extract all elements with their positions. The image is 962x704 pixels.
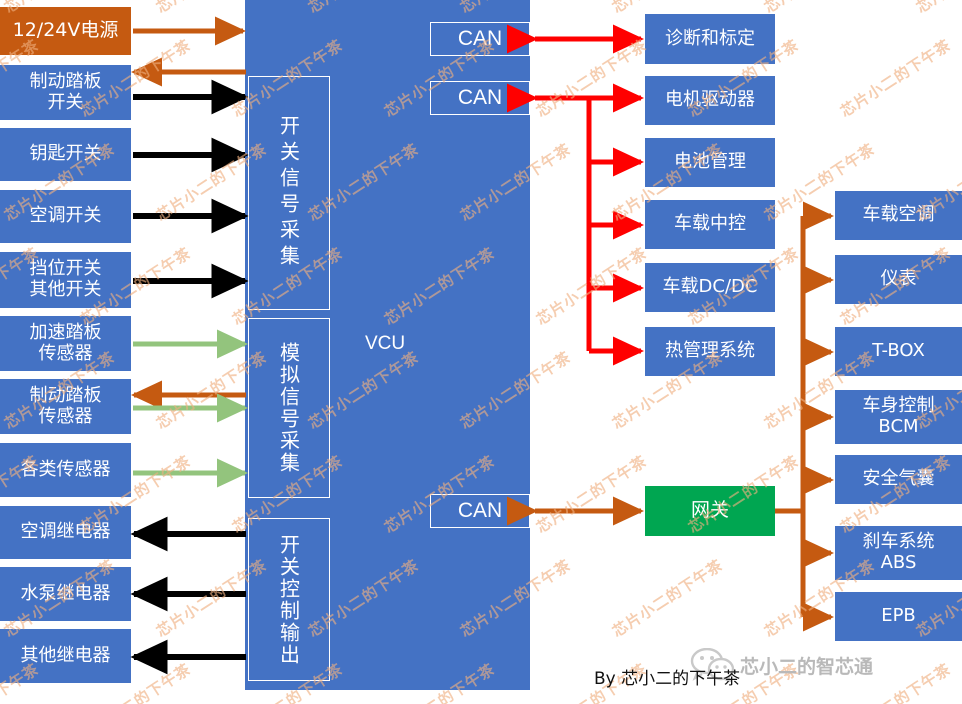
- input-box-brake-pedal-switch: 制动踏板 开关: [0, 65, 131, 120]
- can-node-label: 热管理系统: [665, 340, 755, 362]
- output-label: 其他继电器: [20, 644, 111, 666]
- gw-node-label: EPB: [881, 605, 916, 627]
- gw-node-vehicle-ac: 车载空调: [835, 191, 962, 240]
- output-box-water-pump-relay: 水泵继电器: [0, 567, 131, 621]
- output-box-ac-relay: 空调继电器: [0, 506, 131, 559]
- gw-node-instrument-cluster: 仪表: [835, 255, 962, 304]
- gw-node-label: 仪表: [880, 268, 917, 290]
- vcu-module-label: 开关信号采集: [276, 115, 301, 271]
- can-node-label: 诊断和标定: [665, 27, 755, 49]
- watermark-text: 芯片小二的下午茶: [533, 451, 651, 537]
- vcu-module-label: 模拟信号采集: [276, 342, 301, 474]
- can-port-3: CAN: [430, 494, 530, 528]
- gw-node-label: T-BOX: [872, 340, 925, 362]
- gateway-box: 网关: [645, 486, 775, 536]
- can-label: CAN: [457, 86, 503, 109]
- input-box-ac-switch: 空调开关: [0, 190, 131, 243]
- can-node-label: 电机驱动器: [665, 89, 755, 111]
- vcu-module-label: 开关控制输出: [276, 533, 301, 666]
- can-node-diagnostics-calibration: 诊断和标定: [645, 14, 775, 64]
- vcu-module-analog-signal-acquisition: 模拟信号采集: [248, 318, 330, 498]
- input-label: 钥匙开关: [29, 143, 102, 165]
- gw-node-label: 车载空调: [862, 204, 935, 226]
- watermark-text: 芯片小二的下午茶: [533, 35, 651, 121]
- input-label-line1: 制动踏板: [29, 384, 102, 406]
- can-label: CAN: [457, 27, 503, 50]
- byline: By 芯小二的下午茶: [594, 669, 741, 689]
- gw-node-label-line2: BCM: [878, 416, 919, 437]
- input-label-line2: 其他开关: [29, 279, 102, 300]
- output-label: 水泵继电器: [20, 582, 111, 604]
- vcu-module-switch-signal-acquisition: 开关信号采集: [248, 76, 330, 310]
- input-label: 各类传感器: [20, 458, 111, 480]
- can-node-label: 车载DC/DC: [662, 276, 758, 298]
- watermark-text: 芯片小二的下午茶: [837, 35, 955, 121]
- output-box-other-relay: 其他继电器: [0, 629, 131, 683]
- input-label-line2: 开关: [47, 91, 84, 113]
- gw-node-label-line1: 车身控制: [862, 395, 935, 417]
- can-port-1: CAN: [430, 22, 530, 56]
- wechat-account-name: 芯小二的智芯通: [740, 656, 874, 678]
- gw-node-abs: 刹车系统 ABS: [835, 526, 962, 580]
- watermark-text: 芯片小二的下午茶: [533, 243, 651, 329]
- output-label: 空调继电器: [20, 521, 111, 543]
- can-node-motor-driver: 电机驱动器: [645, 76, 775, 125]
- can-node-battery-management: 电池管理: [645, 138, 775, 187]
- can-node-label: 电池管理: [674, 151, 746, 173]
- watermark-text: 芯片小二的下午茶: [609, 555, 727, 641]
- input-label-line1: 加速踏板: [29, 321, 102, 343]
- can-node-infotainment: 车载中控: [645, 200, 775, 249]
- power-supply-label: 12/24V电源: [12, 19, 119, 42]
- vcu-title: VCU: [365, 333, 406, 354]
- watermark-text: 芯片小二的下午茶: [760, 0, 879, 18]
- gw-node-airbag: 安全气囊: [835, 455, 962, 504]
- gw-node-label-line1: 刹车系统: [862, 531, 935, 553]
- diagram-canvas: 12/24V电源 制动踏板 开关 钥匙开关 空调开关 挡位开关 其他开关 加速踏板传…: [0, 0, 962, 704]
- vcu-module-switch-control-output: 开关控制输出: [248, 518, 330, 681]
- gw-node-label-line2: ABS: [880, 552, 917, 573]
- input-label-line1: 制动踏板: [29, 70, 102, 92]
- can-port-2: CAN: [430, 81, 530, 115]
- input-label-line2: 传感器: [38, 342, 93, 364]
- gw-node-epb: EPB: [835, 592, 962, 641]
- watermark-text: 芯片小二的下午茶: [912, 0, 962, 18]
- input-label: 空调开关: [29, 205, 102, 227]
- gateway-label: 网关: [690, 499, 729, 522]
- gw-node-tbox: T-BOX: [835, 327, 962, 376]
- gw-node-bcm: 车身控制 BCM: [835, 390, 962, 444]
- can-node-label: 车载中控: [674, 213, 746, 235]
- input-box-gear-other-switch: 挡位开关 其他开关: [0, 252, 131, 308]
- input-label-line1: 挡位开关: [29, 258, 102, 280]
- input-label-line2: 传感器: [38, 405, 93, 427]
- input-box-brake-pedal-sensor: 制动踏板 传感器: [0, 379, 131, 434]
- input-box-key-switch: 钥匙开关: [0, 128, 131, 181]
- can-node-dcdc: 车载DC/DC: [645, 263, 775, 312]
- gw-node-label: 安全气囊: [862, 468, 935, 490]
- can-node-thermal-management: 热管理系统: [645, 327, 775, 376]
- input-box-accel-pedal-sensor: 加速踏板 传感器: [0, 316, 131, 371]
- can-label: CAN: [457, 499, 503, 522]
- input-box-various-sensors: 各类传感器: [0, 443, 131, 497]
- power-supply-box: 12/24V电源: [0, 7, 131, 55]
